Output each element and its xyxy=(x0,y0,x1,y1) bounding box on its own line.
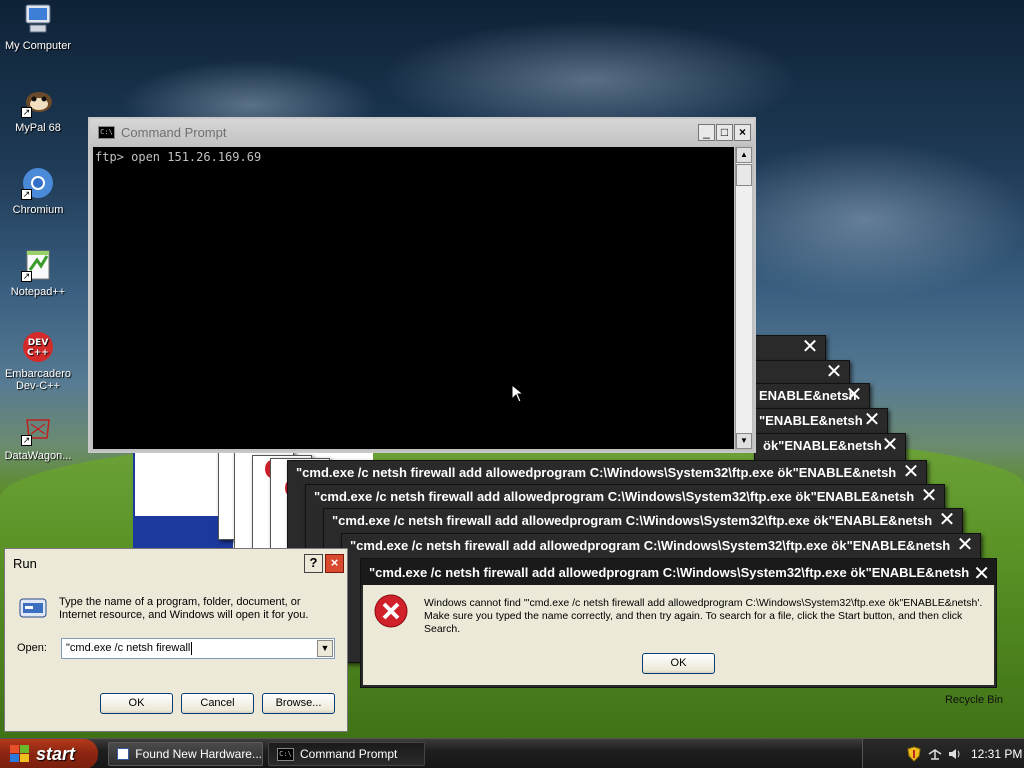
error-message: Windows cannot find '"cmd.exe /c netsh f… xyxy=(424,597,983,635)
dialog-title: "ENABLE&netsh xyxy=(759,413,863,428)
scroll-down-icon[interactable]: ▼ xyxy=(736,433,752,449)
command-prompt-window[interactable]: C:\ Command Prompt _ □ × ftp> open 151.2… xyxy=(88,117,756,453)
devcpp-icon: DEV C++ xyxy=(21,330,55,364)
taskbar-button-command-prompt[interactable]: C:\ Command Prompt xyxy=(268,742,425,766)
vertical-scrollbar[interactable]: ▲ ▼ xyxy=(735,147,752,449)
close-icon[interactable]: ✕ xyxy=(824,362,844,383)
desktop-icon-label: Recycle Bin xyxy=(944,694,1004,706)
help-button[interactable]: ? xyxy=(304,553,323,573)
desktop-icon-mypal[interactable]: ↗ MyPal 68 xyxy=(0,84,76,134)
security-shield-icon[interactable] xyxy=(907,746,921,762)
window-icon xyxy=(117,748,130,760)
dialog-title: "cmd.exe /c netsh firewall add allowedpr… xyxy=(350,538,951,553)
desktop-icon-label: Embarcadero Dev-C++ xyxy=(4,368,72,392)
close-icon[interactable]: ✕ xyxy=(880,435,900,456)
desktop-icon-label: My Computer xyxy=(4,40,72,52)
task-label: Command Prompt xyxy=(300,747,398,761)
mypal-icon: ↗ xyxy=(21,84,55,118)
run-icon xyxy=(19,598,47,618)
shortcut-arrow-icon: ↗ xyxy=(21,189,32,200)
ok-button[interactable]: OK xyxy=(642,653,715,674)
shortcut-arrow-icon: ↗ xyxy=(21,271,32,282)
stacked-error-dialog[interactable]: ök"ENABLE&netsh ✕ xyxy=(754,433,906,463)
start-label: start xyxy=(36,743,76,764)
system-tray: 12:31 PM xyxy=(862,739,1024,768)
browse-button[interactable]: Browse... xyxy=(262,693,335,714)
close-button[interactable]: × xyxy=(734,123,751,141)
desktop-icon-label: DataWagon... xyxy=(4,450,72,462)
desktop-icon-my-computer[interactable]: My Computer xyxy=(0,2,76,52)
computer-icon xyxy=(21,2,55,36)
desktop-icon-datawagon[interactable]: ↗ DataWagon... xyxy=(0,412,76,462)
shortcut-arrow-icon: ↗ xyxy=(21,435,32,446)
cmd-icon: C:\ xyxy=(277,747,294,761)
volume-icon[interactable] xyxy=(947,747,961,761)
dialog-title: "cmd.exe /c netsh firewall add allowedpr… xyxy=(369,564,970,580)
desktop-icon-label: Chromium xyxy=(12,204,64,216)
open-combobox[interactable]: "cmd.exe /c netsh firewall ▼ xyxy=(61,638,335,659)
console-output[interactable]: ftp> open 151.26.169.69 xyxy=(93,147,734,449)
run-dialog[interactable]: Run ? × Type the name of a program, fold… xyxy=(4,548,348,732)
dialog-title: "cmd.exe /c netsh firewall add allowedpr… xyxy=(296,465,897,480)
window-title: Command Prompt xyxy=(121,124,227,140)
windows-logo-icon xyxy=(10,745,30,763)
taskbar-button-found-new-hardware[interactable]: Found New Hardware... xyxy=(108,742,263,766)
taskbar: start Found New Hardware... C:\ Command … xyxy=(0,738,1024,768)
desktop-icon-label: MyPal 68 xyxy=(15,122,61,134)
close-icon[interactable]: ✕ xyxy=(844,385,864,406)
chevron-down-icon[interactable]: ▼ xyxy=(317,640,333,657)
run-titlebar[interactable]: Run ? × xyxy=(5,549,347,577)
cmd-titlebar[interactable]: C:\ Command Prompt _ □ × xyxy=(90,119,754,145)
open-input[interactable]: "cmd.exe /c netsh firewall xyxy=(66,642,190,654)
network-icon[interactable] xyxy=(927,747,943,761)
svg-text:DEV: DEV xyxy=(28,338,49,348)
close-icon[interactable]: ✕ xyxy=(800,337,820,358)
scroll-up-icon[interactable]: ▲ xyxy=(736,147,752,163)
dialog-title: ENABLE&netsh xyxy=(759,388,857,403)
run-description: Type the name of a program, folder, docu… xyxy=(59,596,309,621)
dialog-title: "cmd.exe /c netsh firewall add allowedpr… xyxy=(314,489,915,504)
text-caret xyxy=(191,642,192,655)
close-icon[interactable]: ✕ xyxy=(901,462,921,483)
chromium-icon: ↗ xyxy=(21,166,55,200)
svg-text:C++: C++ xyxy=(27,348,49,358)
close-icon[interactable]: ✕ xyxy=(919,486,939,507)
desktop-icon-devcpp[interactable]: DEV C++ Embarcadero Dev-C++ xyxy=(0,330,76,392)
mouse-cursor-icon xyxy=(511,384,525,403)
scroll-thumb[interactable] xyxy=(736,164,752,186)
cancel-button[interactable]: Cancel xyxy=(181,693,254,714)
console-line: ftp> open 151.26.169.69 xyxy=(95,150,262,164)
desktop-icon-chromium[interactable]: ↗ Chromium xyxy=(0,166,76,216)
ok-button[interactable]: OK xyxy=(100,693,173,714)
close-icon[interactable]: ✕ xyxy=(955,535,975,556)
maximize-button[interactable]: □ xyxy=(716,123,733,141)
desktop-icon-label: Notepad++ xyxy=(10,286,66,298)
close-icon[interactable]: ✕ xyxy=(937,510,957,531)
shortcut-arrow-icon: ↗ xyxy=(21,107,32,118)
notepadpp-icon: ↗ xyxy=(21,248,55,282)
dialog-title: Run xyxy=(13,555,37,571)
error-dialog-titlebar[interactable]: "cmd.exe /c netsh firewall add allowedpr… xyxy=(361,559,996,585)
close-icon[interactable]: ✕ xyxy=(973,561,990,586)
open-label: Open: xyxy=(17,642,47,654)
close-icon[interactable]: ✕ xyxy=(862,410,882,431)
error-dialog-body: Windows cannot find '"cmd.exe /c netsh f… xyxy=(363,585,994,685)
cmd-icon: C:\ xyxy=(98,125,115,139)
start-button[interactable]: start xyxy=(0,739,98,768)
dialog-title: "cmd.exe /c netsh firewall add allowedpr… xyxy=(332,513,933,528)
minimize-button[interactable]: _ xyxy=(698,123,715,141)
clock[interactable]: 12:31 PM xyxy=(971,747,1022,761)
error-icon xyxy=(374,594,408,628)
error-dialog[interactable]: "cmd.exe /c netsh firewall add allowedpr… xyxy=(360,558,997,688)
desktop-icon-notepadpp[interactable]: ↗ Notepad++ xyxy=(0,248,76,298)
datawagon-icon: ↗ xyxy=(21,412,55,446)
dialog-title: ök"ENABLE&netsh xyxy=(763,438,882,453)
desktop-icon-recycle-bin[interactable]: Recycle Bin xyxy=(934,694,1014,706)
close-button[interactable]: × xyxy=(325,553,344,573)
task-label: Found New Hardware... xyxy=(135,747,262,761)
